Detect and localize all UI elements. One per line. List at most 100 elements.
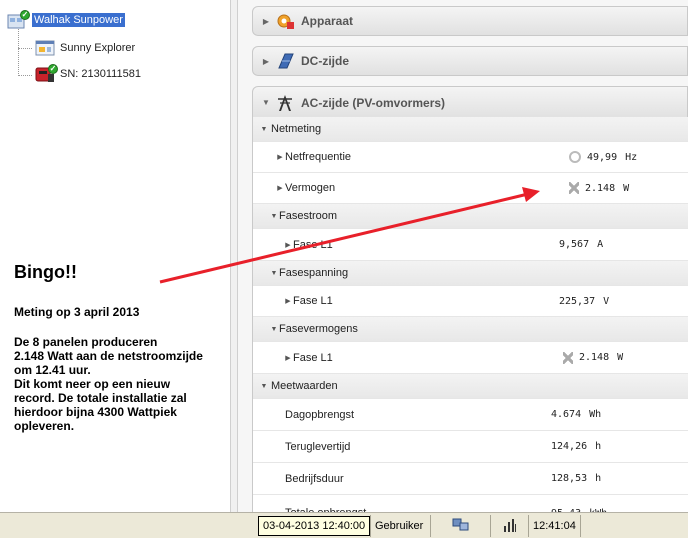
annotation-line: De 8 panelen produceren [14, 335, 158, 349]
row-vermogen[interactable]: ▶ Vermogen 2.148 W [253, 173, 688, 204]
expand-arrow-icon: ▶ [262, 56, 270, 66]
tree-node-inverter[interactable]: ✓ SN: 2130111581 [34, 64, 141, 84]
value-unit: W [617, 352, 624, 363]
row-label: Dagopbrengst [285, 408, 355, 421]
device-detail-panel: ▶ Apparaat ▶ DC-zijde ▼ AC-zijde (PV-omv… [238, 0, 688, 519]
annotation-headline: Bingo!! [14, 262, 77, 282]
annotation-line: om 12.41 uur. [14, 363, 91, 377]
solar-panel-icon [275, 52, 295, 70]
row-netfrequentie[interactable]: ▶ Netfrequentie 49,99 Hz [253, 142, 688, 173]
status-user-label: Gebruiker [375, 520, 424, 532]
status-ok-icon: ✓ [20, 10, 30, 20]
row-label: Teruglevertijd [285, 440, 351, 453]
annotation-body: De 8 panelen produceren 2.148 Watt aan d… [14, 335, 264, 433]
collapse-arrow-icon: ▼ [270, 325, 278, 333]
collapse-arrow-icon: ▼ [262, 98, 270, 107]
status-signal[interactable] [490, 515, 528, 537]
row-value: 4.674 Wh [551, 409, 601, 420]
group-netmeting[interactable]: ▼ Netmeting [253, 117, 688, 142]
section-dc[interactable]: ▶ DC-zijde [252, 46, 688, 76]
section-title: DC-zijde [301, 54, 349, 68]
group-fasestroom[interactable]: ▼ Fasestroom [253, 204, 688, 229]
row-value: 9,567 A [559, 239, 603, 250]
value-unit: h [595, 441, 602, 452]
group-label: Fasespanning [279, 267, 349, 279]
row-label: Bedrijfsduur [285, 472, 344, 485]
annotation-line: opleveren. [14, 419, 75, 433]
row-label: Vermogen [285, 182, 336, 194]
tree-node-plant[interactable]: ✓ Walhak Sunpower [6, 10, 125, 30]
value-number: 225,37 [559, 295, 596, 307]
sunny-explorer-icon [34, 38, 56, 58]
expand-arrow-icon: ▶ [277, 185, 283, 192]
group-label: Meetwaarden [271, 380, 338, 392]
row-value: 128,53 h [551, 473, 601, 484]
hourglass-icon [569, 182, 579, 194]
tree-node-sunny-explorer[interactable]: Sunny Explorer [34, 38, 135, 58]
row-value: 2.148 W [569, 182, 629, 194]
annotation-line: 2.148 Watt aan de netstroomzijde [14, 349, 203, 363]
status-clock: 12:41:04 [528, 515, 580, 537]
annotation-line: hierdoor bijna 4300 Wattpiek [14, 405, 177, 419]
collapse-arrow-icon: ▼ [260, 125, 268, 133]
row-bedrijfsduur[interactable]: Bedrijfsduur 128,53 h [253, 463, 688, 495]
group-label: Fasevermogens [279, 323, 358, 335]
collapse-arrow-icon: ▼ [270, 269, 278, 277]
tree-connector [18, 24, 19, 76]
annotation-date: Meting op 3 april 2013 [14, 305, 140, 319]
ac-values-table: ▼ Netmeting ▶ Netfrequentie 49,99 Hz ▶ V… [252, 117, 688, 519]
value-number: 124,26 [551, 441, 588, 452]
signal-strength-icon [502, 517, 518, 536]
row-label: Fase L1 [293, 238, 333, 251]
expand-arrow-icon: ▶ [285, 354, 291, 362]
panel-splitter[interactable] [230, 0, 238, 512]
row-value: 225,37 V [559, 296, 609, 307]
device-gear-icon [275, 12, 295, 30]
group-meetwaarden[interactable]: ▼ Meetwaarden [253, 374, 688, 399]
row-fasevermogens-l1[interactable]: ▶ Fase L1 2.148 W [253, 342, 688, 374]
group-fasevermogens[interactable]: ▼ Fasevermogens [253, 317, 688, 342]
value-unit: A [597, 239, 604, 250]
plant-tree: ✓ Walhak Sunpower Sunny Explorer ✓ SN: 2… [0, 0, 230, 512]
expand-arrow-icon: ▶ [262, 16, 270, 26]
value-unit: Hz [625, 151, 638, 163]
status-user[interactable]: Gebruiker [370, 515, 430, 537]
value-unit: W [623, 182, 630, 194]
tree-label-sunny-explorer: Sunny Explorer [60, 42, 136, 54]
status-network[interactable] [430, 515, 490, 537]
status-spacer [580, 515, 632, 537]
tree-label-inverter: SN: 2130111581 [60, 68, 141, 80]
row-value: 2.148 W [563, 351, 624, 364]
value-unit: Wh [589, 409, 602, 420]
measurement-datetime-tooltip: 03-04-2013 12:40:00 [258, 516, 371, 536]
value-number: 4.674 [551, 409, 582, 420]
annotation-note: Bingo!! Meting op 3 april 2013 De 8 pane… [14, 262, 264, 433]
row-label: Fase L1 [293, 351, 333, 364]
group-fasespanning[interactable]: ▼ Fasespanning [253, 261, 688, 286]
expand-arrow-icon: ▶ [285, 298, 291, 305]
section-title: Apparaat [301, 14, 354, 28]
value-number: 49,99 [587, 151, 618, 163]
row-value: 124,26 h [551, 441, 601, 452]
value-number: 2.148 [585, 182, 616, 194]
value-unit: h [595, 473, 602, 484]
row-fasespanning-l1[interactable]: ▶ Fase L1 225,37 V [253, 286, 688, 317]
row-teruglevertijd[interactable]: Teruglevertijd 124,26 h [253, 431, 688, 463]
frequency-icon [569, 151, 581, 163]
tree-label-plant: Walhak Sunpower [32, 13, 125, 27]
value-number: 9,567 [559, 239, 590, 250]
value-number: 128,53 [551, 473, 588, 484]
status-ok-icon: ✓ [48, 64, 58, 74]
row-fasestroom-l1[interactable]: ▶ Fase L1 9,567 A [253, 229, 688, 261]
annotation-line: Dit komt neer op een nieuw [14, 377, 171, 391]
row-value: 49,99 Hz [569, 151, 637, 163]
annotation-line: record. De totale installatie zal [14, 391, 187, 405]
row-label: Fase L1 [293, 295, 333, 307]
section-apparaat[interactable]: ▶ Apparaat [252, 6, 688, 36]
expand-arrow-icon: ▶ [285, 241, 291, 249]
collapse-arrow-icon: ▼ [260, 382, 268, 390]
row-dagopbrengst[interactable]: Dagopbrengst 4.674 Wh [253, 399, 688, 431]
tree-connector [18, 48, 32, 49]
plant-icon: ✓ [6, 10, 30, 30]
section-ac[interactable]: ▼ AC-zijde (PV-omvormers) [252, 86, 688, 118]
